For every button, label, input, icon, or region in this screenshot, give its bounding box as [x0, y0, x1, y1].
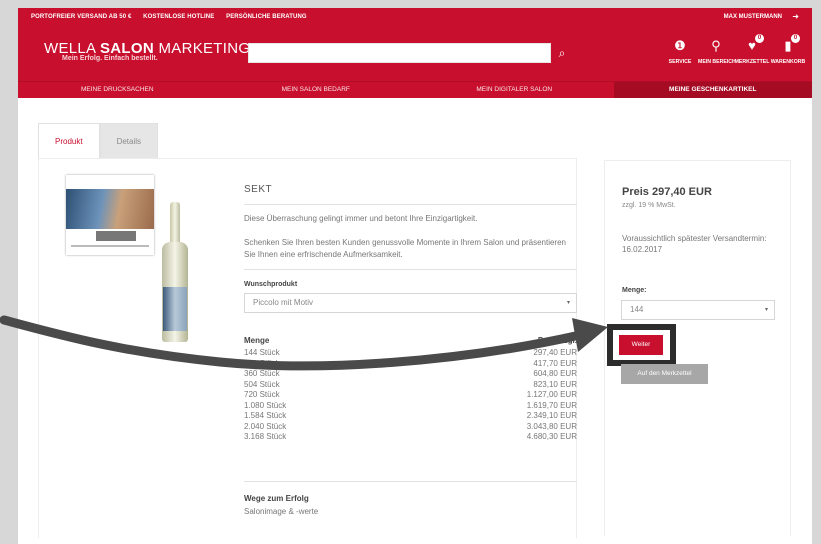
product-desc-2: Schenken Sie Ihren besten Kunden genussv…	[244, 238, 566, 259]
menge-header: Menge	[244, 336, 270, 345]
topbar: PORTOFREIER VERSAND AB 50 € KOSTENLOSE H…	[31, 14, 317, 20]
table-row: 504 Stück 823,10 EUR	[244, 380, 577, 391]
price-cell: 4.680,30 EUR	[526, 432, 577, 441]
logo-part3: MARKETING	[154, 40, 251, 57]
price-table: Menge Preis zzgl. 144 Stück 297,40 EUR 24…	[244, 336, 577, 443]
qty-cell: 3.168 Stück	[244, 432, 287, 441]
main-nav: MEINE DRUCKSACHEN MEIN SALON BEDARF MEIN…	[18, 81, 812, 98]
price-label: Preis 297,40 EUR	[622, 186, 712, 198]
table-row: 2.040 Stück 3.043,80 EUR	[244, 422, 577, 433]
card-logo	[96, 231, 136, 241]
table-row: 1.584 Stück 2.349,10 EUR	[244, 411, 577, 422]
qty-cell: 144 Stück	[244, 348, 280, 357]
qty-cell: 1.080 Stück	[244, 400, 287, 410]
chevron-down-icon: ▾	[566, 300, 570, 306]
bottle-neck	[170, 202, 180, 242]
product-desc-1: Diese Überraschung gelingt immer und bet…	[244, 214, 478, 223]
chevron-down-icon: ▾	[764, 307, 768, 313]
price-table-header: Menge Preis zzgl.	[244, 336, 577, 348]
tab-details[interactable]: Details	[99, 123, 159, 159]
menge-value: 144	[630, 305, 644, 314]
qty-cell: 2.040 Stück	[244, 421, 287, 431]
qty-cell: 504 Stück	[244, 379, 280, 389]
weiter-button[interactable]: Weiter	[619, 335, 663, 355]
user-icon: ⚲	[711, 38, 721, 53]
cart-link[interactable]: ▮ 0 WARENKORB	[770, 34, 806, 65]
tagline: Mein Erfolg. Einfach bestellt.	[62, 55, 158, 62]
qty-cell: 1.584 Stück	[244, 411, 287, 420]
topbar-consulting[interactable]: PERSÖNLICHE BERATUNG	[226, 14, 307, 20]
nav-drucksachen[interactable]: MEINE DRUCKSACHEN	[18, 82, 217, 98]
topbar-shipping[interactable]: PORTOFREIER VERSAND AB 50 €	[31, 14, 131, 20]
search-button[interactable]: ⌕	[553, 43, 571, 63]
table-row: 1.080 Stück 1.619,70 EUR	[244, 401, 577, 412]
wishlist-link[interactable]: ♥ 0 MERKZETTEL	[734, 34, 770, 65]
cart-label: WARENKORB	[770, 59, 806, 65]
sekt-bottle-image	[162, 202, 188, 342]
heart-icon: ♥	[748, 38, 756, 53]
card-photo	[66, 189, 154, 229]
divider	[244, 481, 577, 482]
add-to-wishlist-button[interactable]: Auf den Merkzettel	[621, 364, 708, 384]
nav-digitaler-salon[interactable]: MEIN DIGITALER SALON	[415, 82, 614, 98]
search-input[interactable]	[248, 43, 551, 63]
price-cell: 2.349,10 EUR	[526, 411, 577, 420]
account-link[interactable]: ⚲ MEIN BEREICH	[698, 38, 736, 65]
nav-salon-bedarf[interactable]: MEIN SALON BEDARF	[217, 82, 416, 98]
price-cell: 604,80 EUR	[533, 369, 577, 378]
price-cell: 1.619,70 EUR	[526, 400, 577, 410]
menge-select[interactable]: 144 ▾	[621, 300, 775, 320]
info-icon: ❶	[674, 38, 686, 53]
header-icons: ❶ SERVICE ⚲ MEIN BEREICH ♥ 0 MERKZETTEL …	[662, 34, 806, 65]
qty-cell: 240 Stück	[244, 358, 280, 368]
product-tabs: Produkt Details	[38, 123, 159, 159]
logout-icon[interactable]: ➜	[792, 12, 799, 21]
wege-title: Wege zum Erfolg	[244, 494, 309, 503]
tab-produkt[interactable]: Produkt	[38, 123, 100, 159]
card-footer	[71, 245, 149, 247]
service-label: SERVICE	[668, 59, 692, 65]
table-row: 240 Stück 417,70 EUR	[244, 359, 577, 370]
nav-geschenkartikel[interactable]: MEINE GESCHENKARTIKEL	[613, 82, 812, 98]
topbar-hotline[interactable]: KOSTENLOSE HOTLINE	[143, 14, 214, 20]
qty-cell: 360 Stück	[244, 369, 280, 378]
preis-header: Preis zzgl.	[537, 336, 577, 345]
table-row: 3.168 Stück 4.680,30 EUR	[244, 432, 577, 443]
price-cell: 417,70 EUR	[533, 358, 577, 368]
price-cell: 3.043,80 EUR	[526, 421, 577, 431]
wishlist-label: MERKZETTEL	[734, 59, 770, 65]
wishlist-badge: 0	[755, 34, 764, 43]
service-link[interactable]: ❶ SERVICE	[662, 38, 698, 65]
product-title: SEKT	[244, 184, 273, 195]
wunschprodukt-select[interactable]: Piccolo mit Motiv ▾	[244, 293, 577, 313]
price-cell: 823,10 EUR	[533, 379, 577, 389]
product-image	[66, 172, 192, 342]
bottle-label	[163, 287, 187, 331]
card-header	[66, 175, 154, 189]
table-row: 720 Stück 1.127,00 EUR	[244, 390, 577, 401]
qty-cell: 720 Stück	[244, 390, 280, 399]
delivery-info: Voraussichtlich spätester Versandtermin:…	[622, 234, 767, 254]
wunsch-label: Wunschprodukt	[244, 281, 298, 288]
table-row: 360 Stück 604,80 EUR	[244, 369, 577, 380]
price-cell: 1.127,00 EUR	[526, 390, 577, 399]
search-icon: ⌕	[558, 46, 566, 60]
menge-label: Menge:	[622, 287, 647, 294]
cart-badge: 0	[791, 34, 800, 43]
divider	[244, 204, 577, 205]
divider	[244, 269, 577, 270]
account-label: MEIN BEREICH	[698, 59, 736, 65]
wunschprodukt-value: Piccolo mit Motiv	[253, 298, 314, 307]
vat-label: zzgl. 19 % MwSt.	[622, 202, 676, 209]
price-cell: 297,40 EUR	[533, 348, 577, 357]
user-name[interactable]: MAX MUSTERMANN	[724, 14, 782, 20]
site-header: PORTOFREIER VERSAND AB 50 € KOSTENLOSE H…	[18, 8, 812, 81]
wege-subtitle[interactable]: Salonimage & -werte	[244, 507, 318, 516]
table-row: 144 Stück 297,40 EUR	[244, 348, 577, 359]
gift-card-image	[66, 175, 154, 255]
cart-icon: ▮	[784, 38, 792, 53]
